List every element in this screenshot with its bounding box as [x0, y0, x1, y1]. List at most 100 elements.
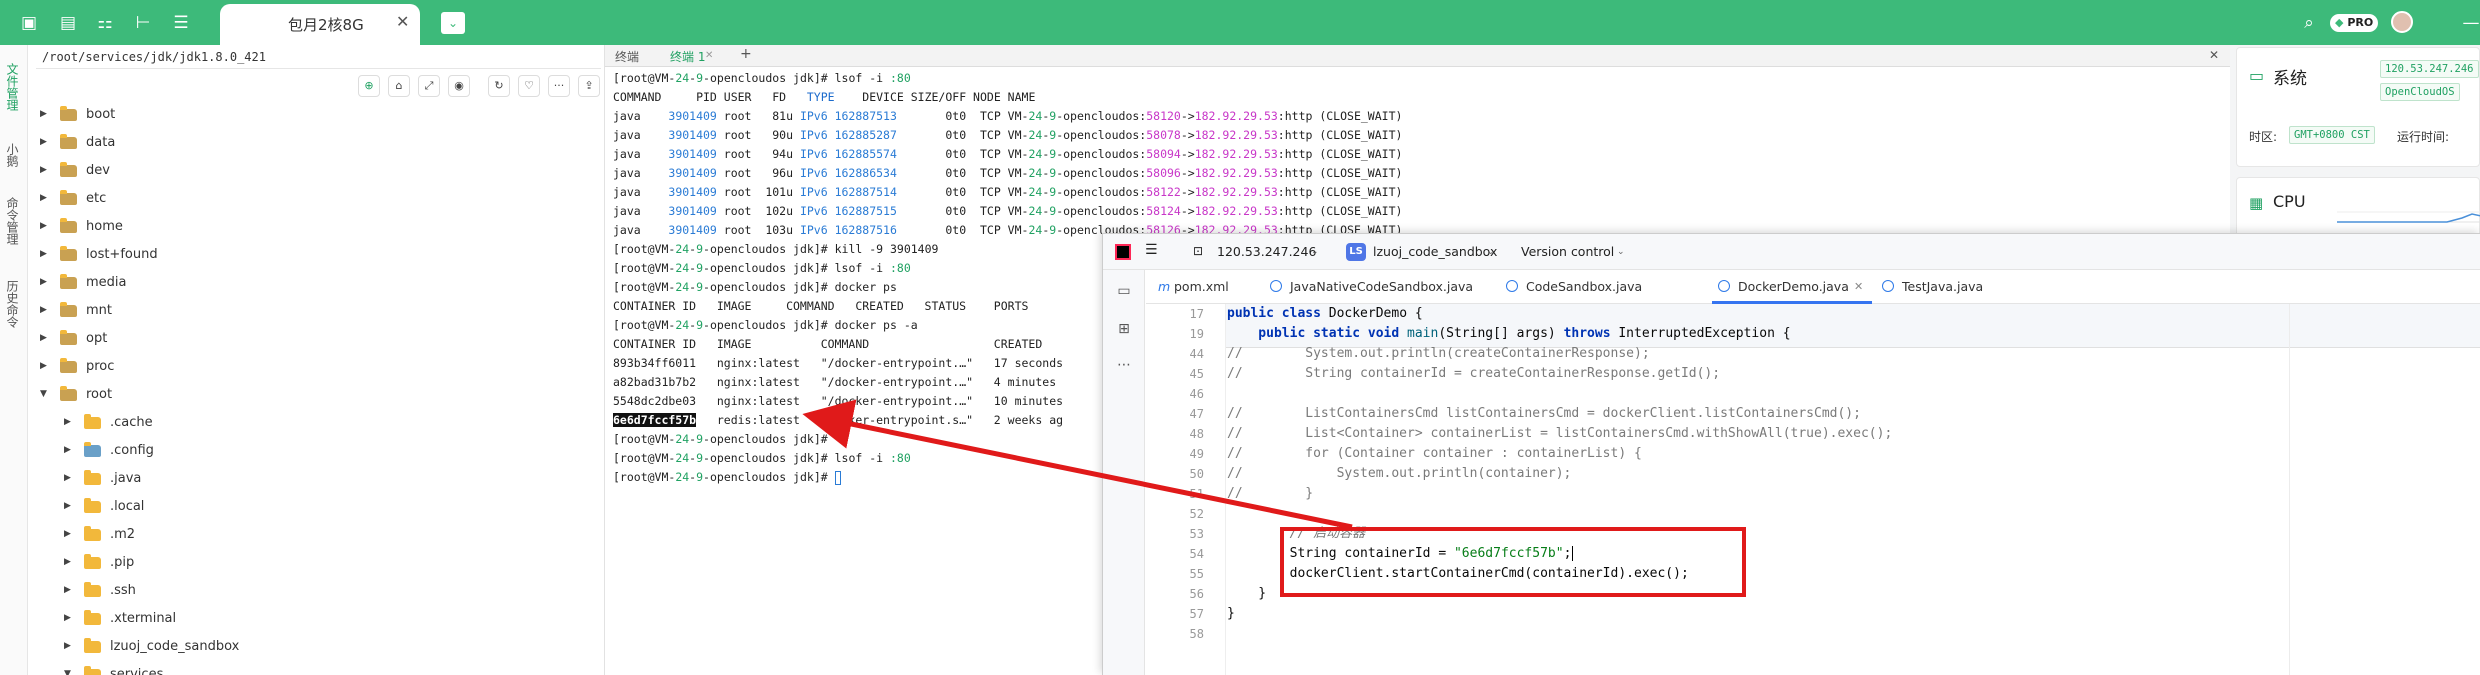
- main-menu-icon[interactable]: ☰: [1145, 242, 1158, 258]
- caret-right-icon[interactable]: ▶: [40, 193, 47, 203]
- tree-item-data[interactable]: ▶ data: [28, 129, 604, 157]
- tab-pom-xml[interactable]: pom.xml: [1174, 279, 1229, 294]
- type: IPv6: [799, 147, 828, 161]
- vtab-history-commands[interactable]: 历史命令: [5, 280, 21, 328]
- tree-item-home[interactable]: ▶ home: [28, 213, 604, 241]
- caret-right-icon[interactable]: ▶: [40, 249, 47, 259]
- vtab-xiao-e[interactable]: 小鹅: [5, 143, 21, 167]
- caret-right-icon[interactable]: ▶: [40, 361, 47, 371]
- terminal-line-lsof-header: COMMAND PID USER FD TYPE DEVICE SIZE/OFF…: [613, 88, 1035, 107]
- tab-docker-demo[interactable]: DockerDemo.java: [1738, 279, 1849, 294]
- grid-icon[interactable]: ⚏: [94, 12, 116, 34]
- code-line-49: // for (Container container : containerL…: [1227, 446, 1642, 461]
- project-badge: LS: [1346, 243, 1366, 261]
- expand-icon[interactable]: ⤢: [418, 75, 440, 97]
- caret-right-icon[interactable]: ▶: [40, 305, 47, 315]
- tree-item-m2[interactable]: ▶ .m2: [28, 521, 604, 549]
- caret-right-icon[interactable]: ▶: [64, 417, 71, 427]
- home-icon[interactable]: ⌂: [388, 75, 410, 97]
- tree-item-label: .xterminal: [110, 611, 177, 626]
- more-icon[interactable]: ···: [548, 75, 570, 97]
- tab-dropdown-button[interactable]: ⌄: [441, 12, 465, 34]
- tree-item-java[interactable]: ▶ .java: [28, 465, 604, 493]
- new-tab-button[interactable]: +: [740, 46, 752, 62]
- caret-right-icon[interactable]: ▶: [64, 529, 71, 539]
- eye-icon[interactable]: ◉: [448, 75, 470, 97]
- refresh-icon[interactable]: ↻: [488, 75, 510, 97]
- caret-right-icon[interactable]: ▶: [64, 557, 71, 567]
- vtab-command-manager[interactable]: 命令管理: [5, 197, 21, 245]
- caret-right-icon[interactable]: ▶: [40, 109, 47, 119]
- remote-host-icon: ⊡: [1193, 244, 1204, 258]
- tab-terminal[interactable]: 终端: [615, 48, 639, 65]
- tree-item-lost-found[interactable]: ▶ lost+found: [28, 241, 604, 269]
- window-icon[interactable]: ▣: [18, 12, 40, 34]
- structure-icon[interactable]: ⊞: [1115, 320, 1133, 338]
- tree-item-etc[interactable]: ▶ etc: [28, 185, 604, 213]
- tree-item-local[interactable]: ▶ .local: [28, 493, 604, 521]
- tree-item-config[interactable]: ▶ .config: [28, 437, 604, 465]
- session-tab-close-icon[interactable]: ✕: [396, 12, 409, 31]
- upload-icon[interactable]: ⇪: [578, 75, 600, 97]
- tree-item-xterminal[interactable]: ▶ .xterminal: [28, 605, 604, 633]
- folder-icon[interactable]: ▭: [1115, 282, 1133, 300]
- caret-right-icon[interactable]: ▶: [64, 641, 71, 651]
- tree-item-label: media: [86, 275, 127, 290]
- caret-right-icon[interactable]: ▶: [64, 445, 71, 455]
- tree-item-boot[interactable]: ▶ boot: [28, 101, 604, 129]
- tab-code-sandbox[interactable]: CodeSandbox.java: [1526, 279, 1642, 294]
- caret-right-icon[interactable]: ▶: [64, 473, 71, 483]
- file-tree-panel: /root/services/jdk/jdk1.8.0_421 ⊕ ⌂ ⤢ ◉ …: [28, 45, 605, 675]
- caret-right-icon[interactable]: ▶: [64, 613, 71, 623]
- tree-item-pip[interactable]: ▶ .pip: [28, 549, 604, 577]
- caret-right-icon[interactable]: ▶: [40, 165, 47, 175]
- tree-item-ssh[interactable]: ▶ .ssh: [28, 577, 604, 605]
- path-input[interactable]: /root/services/jdk/jdk1.8.0_421: [36, 45, 601, 69]
- vcs-chevron-down-icon[interactable]: ⌄: [1617, 247, 1625, 257]
- document-icon[interactable]: ▤: [57, 12, 79, 34]
- terminal-close-icon[interactable]: ✕: [2209, 48, 2219, 62]
- caret-down-icon[interactable]: ▼: [64, 669, 71, 675]
- caret-right-icon[interactable]: ▶: [40, 137, 47, 147]
- tree-item-lzuoj-code-sandbox[interactable]: ▶ lzuoj_code_sandbox: [28, 633, 604, 661]
- avatar[interactable]: [2391, 11, 2413, 33]
- caret-right-icon[interactable]: ▶: [40, 221, 47, 231]
- prompt-number: 9: [696, 451, 704, 465]
- tree-item-media[interactable]: ▶ media: [28, 269, 604, 297]
- tree-item-mnt[interactable]: ▶ mnt: [28, 297, 604, 325]
- caret-right-icon[interactable]: ▶: [64, 501, 71, 511]
- project-chevron-down-icon[interactable]: ⌄: [1487, 247, 1495, 257]
- tab-terminal-1[interactable]: 终端 1: [670, 48, 705, 65]
- favorite-icon[interactable]: ♡: [518, 75, 540, 97]
- tree-icon[interactable]: ⊢: [132, 12, 154, 34]
- pid: 3901409: [668, 223, 717, 237]
- tree-item-cache[interactable]: ▶ .cache: [28, 409, 604, 437]
- code-editor[interactable]: public class DockerDemo { public static …: [1227, 304, 2480, 675]
- more-tools-icon[interactable]: ⋯: [1115, 356, 1133, 374]
- tab-java-native-code-sandbox[interactable]: JavaNativeCodeSandbox.java: [1290, 279, 1473, 294]
- list-icon[interactable]: ☰: [170, 12, 192, 34]
- tree-item-root[interactable]: ▼ root: [28, 381, 604, 409]
- caret-right-icon[interactable]: ▶: [64, 585, 71, 595]
- tree-item-proc[interactable]: ▶ proc: [28, 353, 604, 381]
- tab-close-icon[interactable]: ✕: [1854, 280, 1863, 293]
- minimize-icon[interactable]: —: [2460, 12, 2480, 34]
- host-chevron-down-icon[interactable]: ⌄: [1311, 247, 1319, 257]
- tree-item-opt[interactable]: ▶ opt: [28, 325, 604, 353]
- locate-icon[interactable]: ⊕: [358, 75, 380, 97]
- project-selector[interactable]: lzuoj_code_sandbox: [1373, 244, 1497, 259]
- vcs-selector[interactable]: Version control: [1521, 244, 1614, 259]
- caret-down-icon[interactable]: ▼: [40, 389, 47, 399]
- tab-test-java[interactable]: TestJava.java: [1902, 279, 1983, 294]
- host: -opencloudos:: [1056, 185, 1147, 199]
- caret-right-icon[interactable]: ▶: [40, 277, 47, 287]
- tree-item-services[interactable]: ▼ services: [28, 661, 604, 675]
- search-icon[interactable]: ⌕: [2298, 12, 2320, 34]
- remote-host[interactable]: 120.53.247.246: [1217, 244, 1316, 259]
- host-number: 24: [1028, 223, 1043, 237]
- tab-terminal-1-close-icon[interactable]: ✕: [705, 50, 713, 61]
- pro-badge[interactable]: ◆ PRO: [2330, 14, 2379, 32]
- caret-right-icon[interactable]: ▶: [40, 333, 47, 343]
- vtab-file-manager[interactable]: 文件管理: [5, 63, 21, 111]
- tree-item-dev[interactable]: ▶ dev: [28, 157, 604, 185]
